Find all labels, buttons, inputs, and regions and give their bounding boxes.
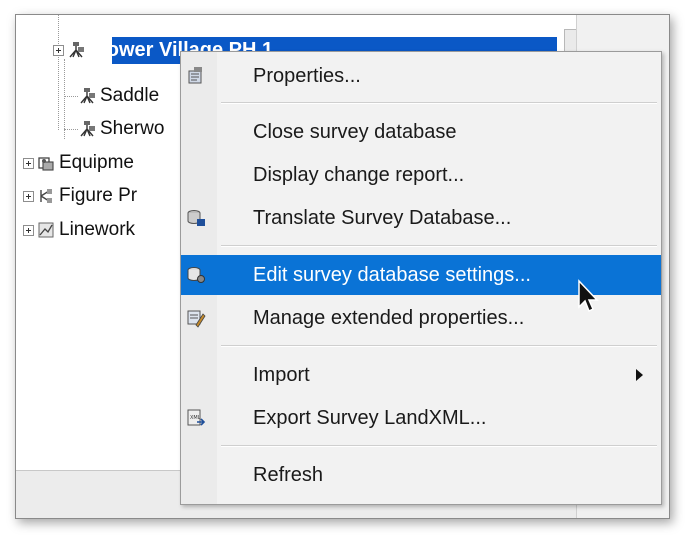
menu-separator bbox=[221, 102, 657, 104]
tree-item-label: Sherwo bbox=[100, 118, 165, 139]
tree-item-label: Equipme bbox=[59, 152, 134, 173]
menu-item-properties[interactable]: Properties... bbox=[181, 56, 661, 96]
tree-guide-line bbox=[64, 96, 78, 97]
menu-separator bbox=[221, 245, 657, 247]
menu-item-label: Edit survey database settings... bbox=[253, 263, 531, 286]
extended-properties-icon bbox=[186, 308, 206, 328]
tree-guide-line bbox=[64, 129, 78, 130]
expand-icon[interactable] bbox=[53, 44, 64, 56]
menu-item-label: Translate Survey Database... bbox=[253, 206, 512, 229]
tree-item-linework[interactable]: Linework bbox=[23, 217, 135, 243]
expand-icon[interactable] bbox=[23, 157, 34, 169]
menu-item-close-survey-database[interactable]: Close survey database bbox=[181, 112, 661, 152]
expand-icon[interactable] bbox=[23, 190, 34, 202]
translate-db-icon bbox=[186, 208, 206, 228]
menu-item-export-survey-landxml[interactable]: XML Export Survey LandXML... bbox=[181, 398, 661, 438]
menu-item-label: Properties... bbox=[253, 64, 361, 87]
properties-icon bbox=[186, 66, 206, 86]
tree-item-label: Saddle bbox=[100, 85, 160, 106]
equipment-icon bbox=[37, 154, 55, 172]
tree-guide-line bbox=[58, 15, 59, 130]
export-landxml-icon: XML bbox=[186, 408, 206, 428]
tree-item-sherwood[interactable]: Sherwo bbox=[78, 116, 164, 142]
survey-db-icon bbox=[78, 120, 96, 138]
menu-item-display-change-report[interactable]: Display change report... bbox=[181, 155, 661, 195]
survey-db-icon bbox=[67, 41, 85, 59]
submenu-arrow-icon bbox=[636, 369, 643, 381]
tree-guide-line bbox=[64, 59, 65, 139]
tree-item-equipment[interactable]: Equipme bbox=[23, 150, 134, 176]
tree-item-figure-prefix[interactable]: Figure Pr bbox=[23, 183, 137, 209]
menu-item-translate-survey-database[interactable]: Translate Survey Database... bbox=[181, 198, 661, 238]
menu-item-label: Close survey database bbox=[253, 120, 457, 143]
survey-db-icon bbox=[78, 87, 96, 105]
figure-prefix-icon bbox=[37, 187, 55, 205]
menu-item-label: Export Survey LandXML... bbox=[253, 406, 487, 429]
menu-separator bbox=[221, 345, 657, 347]
menu-separator bbox=[221, 445, 657, 447]
edit-settings-icon bbox=[186, 265, 206, 285]
menu-item-import[interactable]: Import bbox=[181, 355, 661, 395]
svg-text:XML: XML bbox=[190, 415, 201, 421]
expand-icon[interactable] bbox=[23, 224, 34, 236]
menu-item-label: Refresh bbox=[253, 463, 324, 486]
menu-item-label: Manage extended properties... bbox=[253, 306, 525, 329]
linework-icon bbox=[37, 221, 55, 239]
menu-item-label: Display change report... bbox=[253, 163, 465, 186]
tree-item-saddle[interactable]: Saddle bbox=[78, 83, 159, 109]
menu-item-refresh[interactable]: Refresh bbox=[181, 455, 661, 495]
tree-item-label: Linework bbox=[59, 219, 136, 240]
survey-panel: Flower Village PH 1 Saddle Sherwo Equipm… bbox=[15, 14, 670, 519]
context-menu: Properties... Close survey database Disp… bbox=[180, 51, 662, 505]
menu-item-label: Import bbox=[253, 363, 310, 386]
tree-item-label: Figure Pr bbox=[59, 185, 138, 206]
mouse-cursor-icon bbox=[578, 279, 599, 313]
